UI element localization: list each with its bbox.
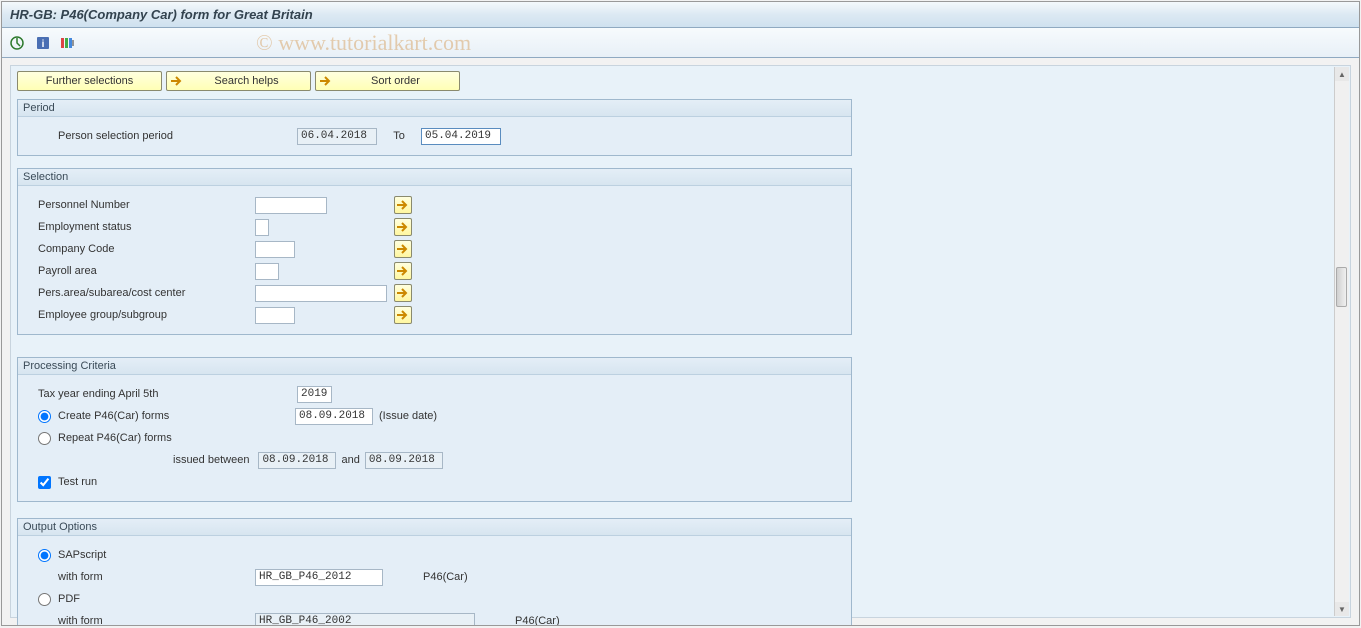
multi-select-button[interactable] — [394, 306, 412, 324]
search-helps-button[interactable]: Search helps — [166, 71, 311, 91]
period-from-input[interactable] — [297, 128, 377, 145]
info-icon[interactable]: i — [34, 34, 52, 52]
sapscript-radio[interactable] — [38, 549, 51, 562]
output-group: Output Options SAPscript with form P46(C… — [17, 518, 852, 625]
with-form-label-2: with form — [28, 615, 253, 625]
sapscript-form-input[interactable] — [255, 569, 383, 586]
test-run-label: Test run — [58, 476, 97, 488]
form2-suffix: P46(Car) — [515, 615, 560, 625]
to-label: To — [379, 130, 419, 142]
scroll-handle[interactable] — [1336, 267, 1347, 307]
period-to-input[interactable] — [421, 128, 501, 145]
group-title: Output Options — [18, 519, 851, 536]
button-label: Further selections — [46, 75, 133, 87]
pers-area-label: Pers.area/subarea/cost center — [28, 287, 253, 299]
pdf-label: PDF — [58, 593, 80, 605]
selection-group: Selection Personnel Number Employment st… — [17, 168, 852, 335]
period-group: Period Person selection period To — [17, 99, 852, 156]
employee-group-input[interactable] — [255, 307, 295, 324]
scroll-up-icon[interactable]: ▲ — [1335, 67, 1349, 81]
create-label: Create P46(Car) forms — [58, 410, 264, 422]
multi-select-button[interactable] — [394, 218, 412, 236]
form1-suffix: P46(Car) — [423, 571, 468, 583]
between-to-input[interactable] — [365, 452, 443, 469]
company-code-label: Company Code — [28, 243, 253, 255]
personnel-number-label: Personnel Number — [28, 199, 253, 211]
button-label: Sort order — [339, 75, 452, 87]
scroll-down-icon[interactable]: ▼ — [1335, 602, 1349, 616]
multi-select-button[interactable] — [394, 240, 412, 258]
repeat-radio[interactable] — [38, 432, 51, 445]
vertical-scrollbar[interactable]: ▲ ▼ — [1334, 67, 1349, 616]
variant-icon[interactable] — [60, 34, 78, 52]
test-run-checkbox[interactable] — [38, 476, 51, 489]
processing-group: Processing Criteria Tax year ending Apri… — [17, 357, 852, 502]
company-code-input[interactable] — [255, 241, 295, 258]
create-radio[interactable] — [38, 410, 51, 423]
tax-year-input[interactable] — [297, 386, 332, 403]
svg-text:i: i — [42, 39, 45, 50]
between-from-input[interactable] — [258, 452, 336, 469]
employment-status-input[interactable] — [255, 219, 269, 236]
payroll-area-input[interactable] — [255, 263, 279, 280]
employment-status-label: Employment status — [28, 221, 253, 233]
personnel-number-input[interactable] — [255, 197, 327, 214]
action-button-row: Further selections Search helps Sort ord… — [11, 66, 1350, 99]
sapscript-label: SAPscript — [58, 549, 106, 561]
employee-group-label: Employee group/subgroup — [28, 309, 253, 321]
further-selections-button[interactable]: Further selections — [17, 71, 162, 91]
group-title: Period — [18, 100, 851, 117]
multi-select-button[interactable] — [394, 284, 412, 302]
multi-select-button[interactable] — [394, 262, 412, 280]
issued-between-label: issued between — [173, 454, 249, 466]
group-title: Processing Criteria — [18, 358, 851, 375]
execute-icon[interactable] — [8, 34, 26, 52]
issue-date-label: (Issue date) — [379, 410, 437, 422]
pdf-form-input[interactable] — [255, 613, 475, 626]
and-label: and — [341, 454, 359, 466]
payroll-area-label: Payroll area — [28, 265, 253, 277]
arrow-right-icon — [319, 74, 333, 88]
button-label: Search helps — [190, 75, 303, 87]
page-title: HR-GB: P46(Company Car) form for Great B… — [10, 7, 313, 22]
app-toolbar: i — [2, 28, 1359, 58]
arrow-right-icon — [170, 74, 184, 88]
with-form-label: with form — [28, 571, 253, 583]
multi-select-button[interactable] — [394, 196, 412, 214]
sort-order-button[interactable]: Sort order — [315, 71, 460, 91]
pdf-radio[interactable] — [38, 593, 51, 606]
title-bar: HR-GB: P46(Company Car) form for Great B… — [2, 2, 1359, 28]
group-title: Selection — [18, 169, 851, 186]
create-date-input[interactable] — [295, 408, 373, 425]
tax-year-label: Tax year ending April 5th — [28, 388, 253, 400]
person-selection-label: Person selection period — [28, 130, 253, 142]
repeat-label: Repeat P46(Car) forms — [58, 432, 172, 444]
pers-area-input[interactable] — [255, 285, 387, 302]
